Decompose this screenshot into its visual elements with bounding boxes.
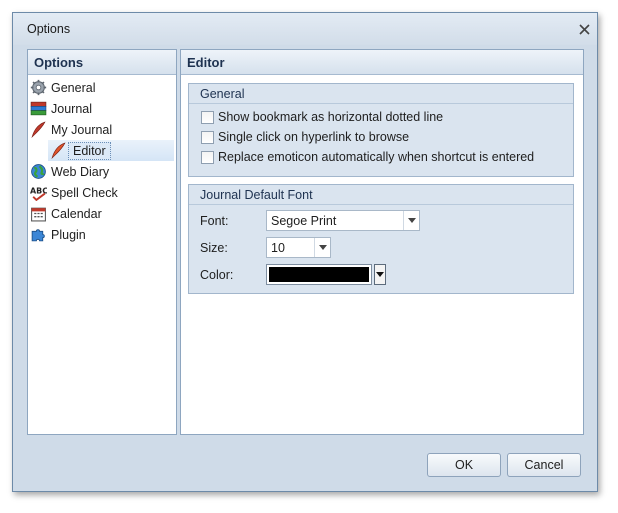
journal-default-font-group: Journal Default Font Font: Segoe Print S… — [188, 184, 574, 294]
replace-emoticon-option[interactable]: Replace emoticon automatically when shor… — [201, 150, 534, 164]
size-label: Size: — [200, 241, 228, 255]
bookmark-dotted-line-label: Show bookmark as horizontal dotted line — [218, 110, 444, 124]
single-click-hyperlink-checkbox[interactable] — [201, 130, 214, 144]
page-title: Editor — [181, 50, 583, 75]
size-select-value: 10 — [271, 240, 285, 255]
globe-icon — [31, 164, 46, 179]
chevron-down-icon — [318, 245, 327, 250]
books-icon — [30, 101, 47, 116]
tree-item-general[interactable]: General — [28, 77, 176, 98]
single-click-hyperlink-option[interactable]: Single click on hyperlink to browse — [201, 130, 409, 144]
close-button[interactable] — [575, 20, 593, 38]
tree-item-calendar[interactable]: Calendar — [28, 203, 176, 224]
font-select-value: Segoe Print — [271, 213, 337, 228]
journal-default-font-title: Journal Default Font — [189, 185, 573, 205]
tree-item-label: My Journal — [51, 122, 113, 137]
color-picker[interactable] — [266, 264, 372, 285]
cancel-button[interactable]: Cancel — [507, 453, 581, 477]
font-label: Font: — [200, 214, 229, 228]
tree-item-journal[interactable]: Journal — [28, 98, 176, 119]
tree-item-label: Calendar — [51, 206, 102, 221]
tree-item-spell-check[interactable]: ABC Spell Check — [28, 182, 176, 203]
puzzle-piece-icon — [31, 229, 45, 242]
tree-item-label: Plugin — [51, 227, 86, 242]
color-label: Color: — [200, 268, 234, 282]
chevron-down-icon — [407, 218, 416, 223]
color-swatch — [269, 267, 369, 282]
chevron-down-icon — [376, 272, 384, 277]
title-bar: Options — [13, 13, 597, 45]
editor-settings-panel: Editor General Show bookmark as horizont… — [180, 49, 584, 435]
size-select-dropdown-button[interactable] — [314, 238, 330, 257]
tree-item-web-diary[interactable]: Web Diary — [28, 161, 176, 182]
tree-item-my-journal[interactable]: My Journal — [28, 119, 176, 140]
bookmark-dotted-line-checkbox[interactable] — [201, 110, 214, 124]
options-tree-panel: Options General Journal My Journal Edito… — [27, 49, 177, 435]
options-tree: General Journal My Journal Editor Web Di… — [28, 75, 176, 245]
ok-button[interactable]: OK — [427, 453, 501, 477]
replace-emoticon-checkbox[interactable] — [201, 150, 214, 164]
color-dropdown-button[interactable] — [374, 264, 386, 285]
window-title: Options — [27, 22, 71, 36]
quill-icon — [51, 142, 66, 159]
options-dialog: Options Options General Journal My Journ… — [12, 12, 598, 492]
tree-item-label: Web Diary — [51, 164, 110, 179]
options-tree-header: Options — [28, 50, 176, 75]
tree-item-label: General — [51, 80, 96, 95]
quill-icon — [31, 121, 46, 138]
general-group-title: General — [189, 84, 573, 104]
general-group: General Show bookmark as horizontal dott… — [188, 83, 574, 177]
font-select[interactable]: Segoe Print — [266, 210, 420, 231]
tree-item-plugin[interactable]: Plugin — [28, 224, 176, 245]
single-click-hyperlink-label: Single click on hyperlink to browse — [218, 130, 410, 144]
gear-icon — [30, 79, 47, 96]
abc-spellcheck-icon: ABC — [30, 187, 47, 201]
tree-item-label: Spell Check — [51, 185, 118, 200]
size-select[interactable]: 10 — [266, 237, 331, 258]
font-select-dropdown-button[interactable] — [403, 211, 419, 230]
tree-item-label: Editor — [68, 141, 111, 160]
tree-item-label: Journal — [51, 101, 92, 116]
replace-emoticon-label: Replace emoticon automatically when shor… — [218, 150, 535, 164]
tree-item-editor[interactable]: Editor — [48, 140, 174, 161]
bookmark-dotted-line-option[interactable]: Show bookmark as horizontal dotted line — [201, 110, 443, 124]
close-icon — [578, 23, 590, 35]
calendar-icon — [31, 207, 46, 222]
